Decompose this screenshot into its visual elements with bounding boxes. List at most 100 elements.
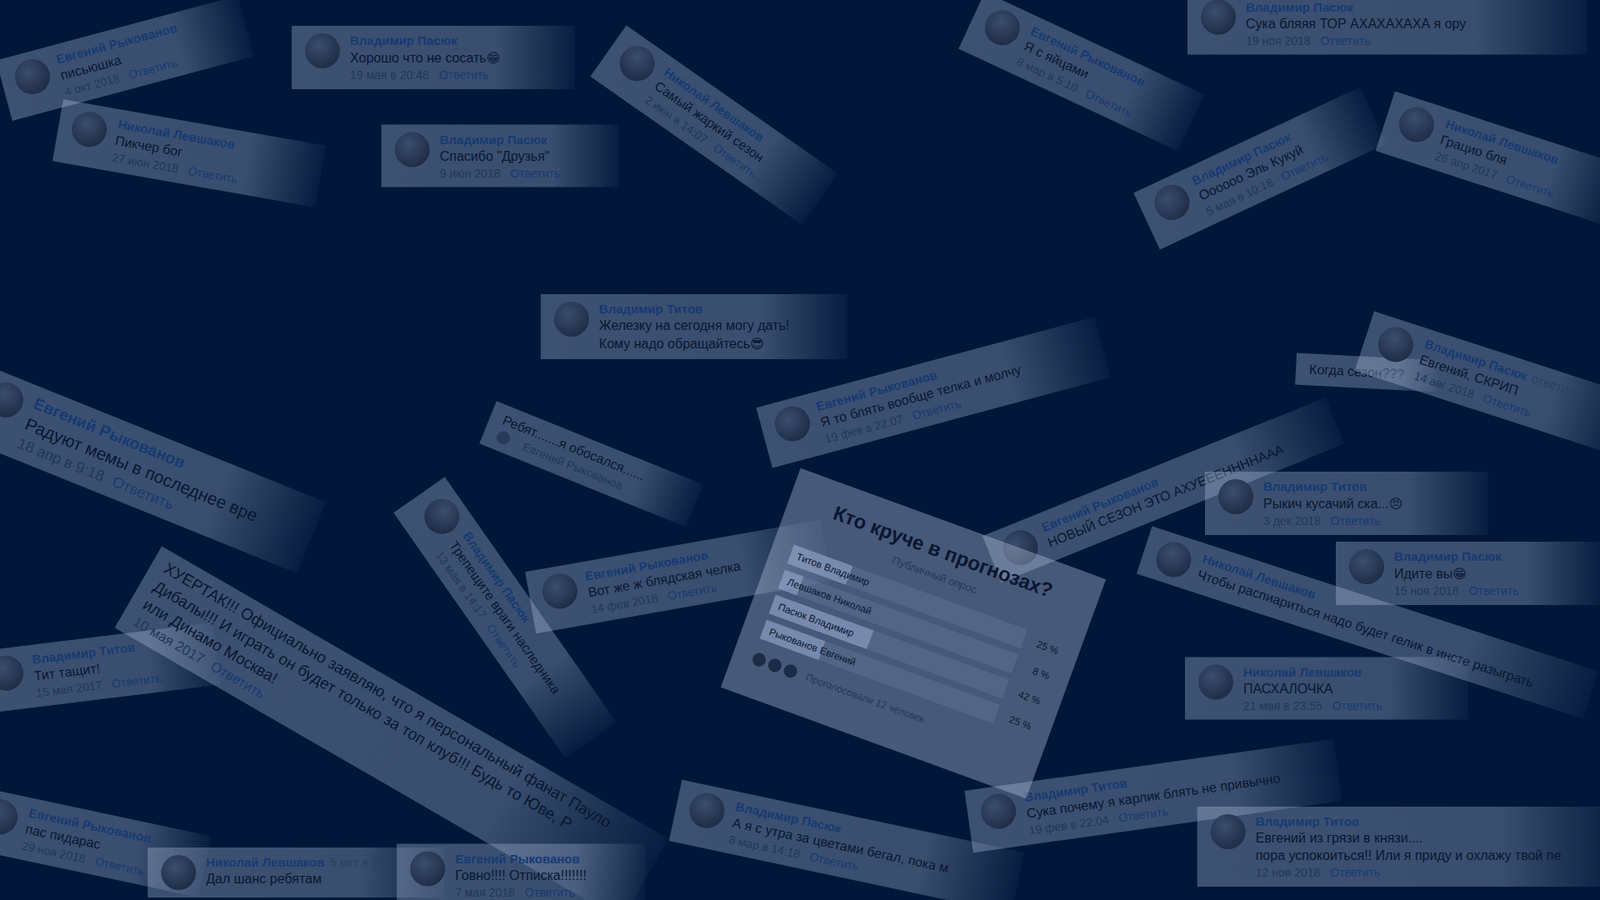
comment-date: 19 мая в 20:48: [350, 68, 430, 82]
reply-link[interactable]: Ответить: [1330, 865, 1380, 880]
comment-body: Владимир ПасюкА я с утра за цветами бега…: [727, 799, 954, 892]
comment-line: Железку на сегодня могу дать!: [599, 318, 790, 334]
avatar-icon[interactable]: [395, 132, 430, 168]
reply-link[interactable]: Ответить: [187, 164, 240, 186]
comment-card: Владимир Пасюк Хорошо что не сосать😁 19 ма…: [291, 25, 575, 90]
avatar-icon[interactable]: [1151, 537, 1196, 582]
avatar-icon[interactable]: [554, 301, 590, 337]
avatar-icon[interactable]: [1198, 665, 1234, 700]
comment-date: 19 ноя 2018: [1245, 34, 1311, 48]
comment-meta: 19 мая в 20:48 Ответить: [350, 68, 500, 82]
comment-author[interactable]: Николай Левшаков: [1243, 665, 1362, 680]
avatar-icon[interactable]: [979, 791, 1019, 831]
comment-card: Ребят.......я обосался......Евгений Рыко…: [479, 400, 705, 528]
comment-body: Ребят.......я обосался......Евгений Рыко…: [494, 413, 647, 500]
comment-author[interactable]: Николай Левшаков: [205, 855, 325, 870]
comment-author[interactable]: Владимир Титов: [1263, 479, 1367, 494]
reply-link[interactable]: Ответить: [1504, 171, 1556, 200]
comment-author-row: Владимир Пасюк: [350, 33, 500, 48]
avatar-icon[interactable]: [1200, 0, 1236, 35]
comment-author-row: Владимир Титов: [1255, 814, 1562, 829]
comment-author[interactable]: Владимир Титов: [1255, 814, 1360, 829]
reply-link[interactable]: Ответить: [1320, 34, 1371, 48]
comment-text: ПАСХАЛОЧКА: [1243, 681, 1383, 697]
reply-link[interactable]: Ответить: [94, 854, 146, 878]
collage-canvas: Евгений Рыковановписьюшка4 окт 2018Ответ…: [0, 0, 1600, 900]
comment-body: Владимир ТитовЕвгений из грязи в князи..…: [1255, 814, 1562, 880]
voter-avatar-icon: [781, 662, 800, 680]
avatar-icon[interactable]: [1373, 322, 1418, 367]
reply-link[interactable]: Ответить: [1332, 699, 1383, 713]
comment-text: Сука бляяя ТОР АХАХАХАХА я ору: [1245, 16, 1466, 32]
comment-body: Владимир Титов Железку на сегодня могу да…: [599, 301, 790, 352]
comment-body: Владимир ПасюкответилЕвгений, СКРИП14 ав…: [1412, 336, 1578, 431]
comment-body: Владимир ПасюкСука бляяя ТОР АХАХАХАХА я…: [1245, 0, 1466, 48]
avatar-icon[interactable]: [160, 855, 196, 890]
reply-link[interactable]: Ответить: [439, 68, 490, 82]
reply-link[interactable]: Ответить: [126, 55, 179, 82]
avatar-icon[interactable]: [0, 795, 21, 838]
avatar-icon[interactable]: [1394, 102, 1439, 147]
avatar-icon[interactable]: [612, 39, 661, 88]
comment-body: Владимир ПасюкИдите вы😁15 ноя 2018Ответи…: [1394, 549, 1519, 598]
comment-author[interactable]: Владимир Пасюк: [1394, 549, 1502, 564]
reply-link[interactable]: Ответить: [1469, 584, 1520, 598]
avatar-icon[interactable]: [1210, 814, 1246, 850]
comment-card: Владимир ТитовЕвгений из грязи в князи..…: [1197, 806, 1600, 887]
comment-body: Владимир ПасюкСпасибо "Друзья"9 июн 2018…: [440, 132, 561, 180]
avatar-icon[interactable]: [1149, 179, 1196, 226]
comment-body: Евгений РыковановГовно!!!! Отписка!!!!!!…: [455, 851, 587, 900]
reply-link[interactable]: Ответить: [525, 885, 575, 900]
comment-date: 7 мая 2018: [455, 885, 515, 900]
avatar-icon[interactable]: [770, 402, 814, 445]
comment-meta: 15 ноя 2018 Ответить: [1394, 584, 1519, 598]
avatar-icon: [494, 429, 512, 447]
avatar-icon[interactable]: [0, 377, 29, 424]
avatar-icon[interactable]: [410, 851, 445, 887]
comment-body: Евгений РыковановВот же ж блядская челка…: [584, 542, 745, 616]
avatar-icon[interactable]: [417, 492, 466, 541]
comment-author-row: Владимир Пасюк: [440, 132, 561, 147]
voter-avatar-icon: [750, 650, 769, 669]
comment-author-row: Владимир Титов: [1263, 479, 1403, 494]
reply-link[interactable]: Ответить: [110, 670, 162, 690]
comment-card: Евгений РыковановЯ с яйцами8 мар в 5:10О…: [958, 0, 1205, 152]
avatar-icon[interactable]: [10, 55, 54, 98]
comment-date: 15 ноя 2018: [1394, 584, 1460, 598]
comment-card: Евгений Рыковановписьюшка4 окт 2018Ответ…: [0, 0, 255, 121]
comment-author[interactable]: Владимир Пасюк: [440, 132, 548, 147]
comment-card: Владимир Титов Железку на сегодня могу да…: [540, 294, 848, 360]
comment-card: Владимир ТитовРыкич кусачий ска...😠3 дек…: [1205, 471, 1489, 535]
comment-author-row: Евгений Рыкованов: [455, 851, 587, 866]
poll-option-percent: 8 %: [1019, 660, 1052, 682]
comment-body: Евгений РыковановЯ с яйцами8 мар в 5:10О…: [1014, 23, 1149, 120]
comment-author[interactable]: Владимир Пасюк: [1245, 0, 1354, 15]
comment-card: Владимир ПасюкСпасибо "Друзья"9 июн 2018…: [381, 125, 620, 188]
avatar-icon[interactable]: [685, 790, 728, 832]
comment-author[interactable]: Евгений Рыкованов: [455, 851, 580, 866]
comment-body: Владимир ТитовТит тащит!15 мая 2017Ответ…: [30, 636, 162, 700]
reply-link[interactable]: Ответить: [1083, 86, 1135, 120]
reply-link[interactable]: Ответить: [510, 166, 560, 180]
avatar-icon[interactable]: [69, 109, 110, 150]
avatar-icon[interactable]: [1218, 479, 1254, 515]
comment-text: Дал шанс ребятам: [205, 871, 386, 887]
avatar-icon[interactable]: [0, 653, 26, 693]
avatar-icon[interactable]: [540, 570, 581, 612]
avatar-icon[interactable]: [979, 4, 1026, 51]
comment-card: Николай ЛевшаковПАСХАЛОЧКА 21 мая в 23:55…: [1185, 657, 1469, 720]
comment-meta: 7 мая 2018 Ответить: [455, 885, 587, 900]
comment-body: Евгений РыковановРадуют мемы в последнее…: [15, 394, 270, 545]
comment-body: Евгений Рыковановписьюшка4 окт 2018Ответ…: [54, 20, 187, 99]
poll-option-percent: 25 %: [1028, 635, 1061, 657]
comment-date: 21 мая в 23:55: [1243, 699, 1323, 713]
comment-author[interactable]: Владимир Титов: [599, 301, 703, 316]
comment-author[interactable]: Владимир Пасюк: [350, 33, 458, 48]
comment-card: Николай ЛевшаковГрацио бля26 апр 2017Отв…: [1375, 91, 1600, 226]
comment-card: Евгений РыковановРадуют мемы в последнее…: [0, 365, 326, 574]
reply-link[interactable]: Ответить: [1330, 514, 1381, 528]
avatar-icon[interactable]: [1349, 549, 1385, 585]
comment-text: Хорошо что не сосать😁: [350, 50, 500, 66]
comment-date: 9 июн 2018: [440, 166, 501, 180]
avatar-icon[interactable]: [305, 33, 340, 69]
